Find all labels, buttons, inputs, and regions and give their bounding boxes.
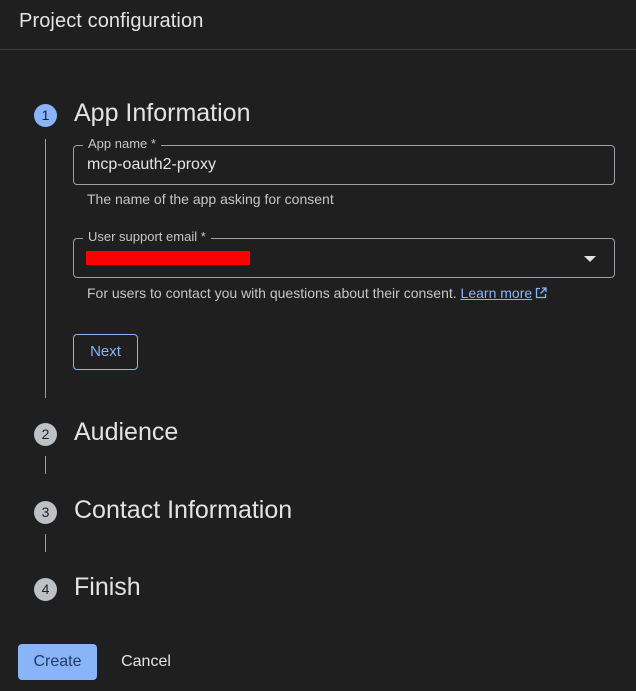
app-name-input[interactable]: mcp-oauth2-proxy <box>87 156 216 174</box>
app-name-hint: The name of the app asking for consent <box>87 191 334 207</box>
support-email-label: User support email * <box>83 229 211 244</box>
external-link-icon[interactable] <box>535 286 547 302</box>
next-button[interactable]: Next <box>73 334 138 370</box>
step-4-title[interactable]: Finish <box>74 573 141 602</box>
support-email-hint-text: For users to contact you with questions … <box>87 285 457 301</box>
redacted-email-value <box>86 251 250 265</box>
step-1-number: 1 <box>34 104 57 127</box>
dropdown-arrow-icon[interactable] <box>584 256 596 262</box>
app-name-label: App name * <box>83 136 161 151</box>
panel-header: Project configuration <box>0 0 636 50</box>
step-2-number: 2 <box>34 423 57 446</box>
step-2-connector <box>45 456 46 474</box>
project-configuration-panel: Project configuration 1 App Information … <box>0 0 636 691</box>
app-name-field[interactable]: App name * mcp-oauth2-proxy <box>73 136 615 185</box>
support-email-hint: For users to contact you with questions … <box>87 285 547 302</box>
learn-more-link[interactable]: Learn more <box>461 285 533 301</box>
cancel-button[interactable]: Cancel <box>108 644 184 680</box>
step-4-number: 4 <box>34 578 57 601</box>
support-email-select[interactable]: User support email * <box>73 229 615 278</box>
create-button[interactable]: Create <box>18 644 97 680</box>
page-title: Project configuration <box>19 10 204 32</box>
step-3-connector <box>45 534 46 552</box>
step-1-title[interactable]: App Information <box>74 99 251 128</box>
step-2-title[interactable]: Audience <box>74 418 178 447</box>
step-3-number: 3 <box>34 501 57 524</box>
step-1-connector <box>45 139 46 398</box>
step-3-title[interactable]: Contact Information <box>74 496 292 525</box>
